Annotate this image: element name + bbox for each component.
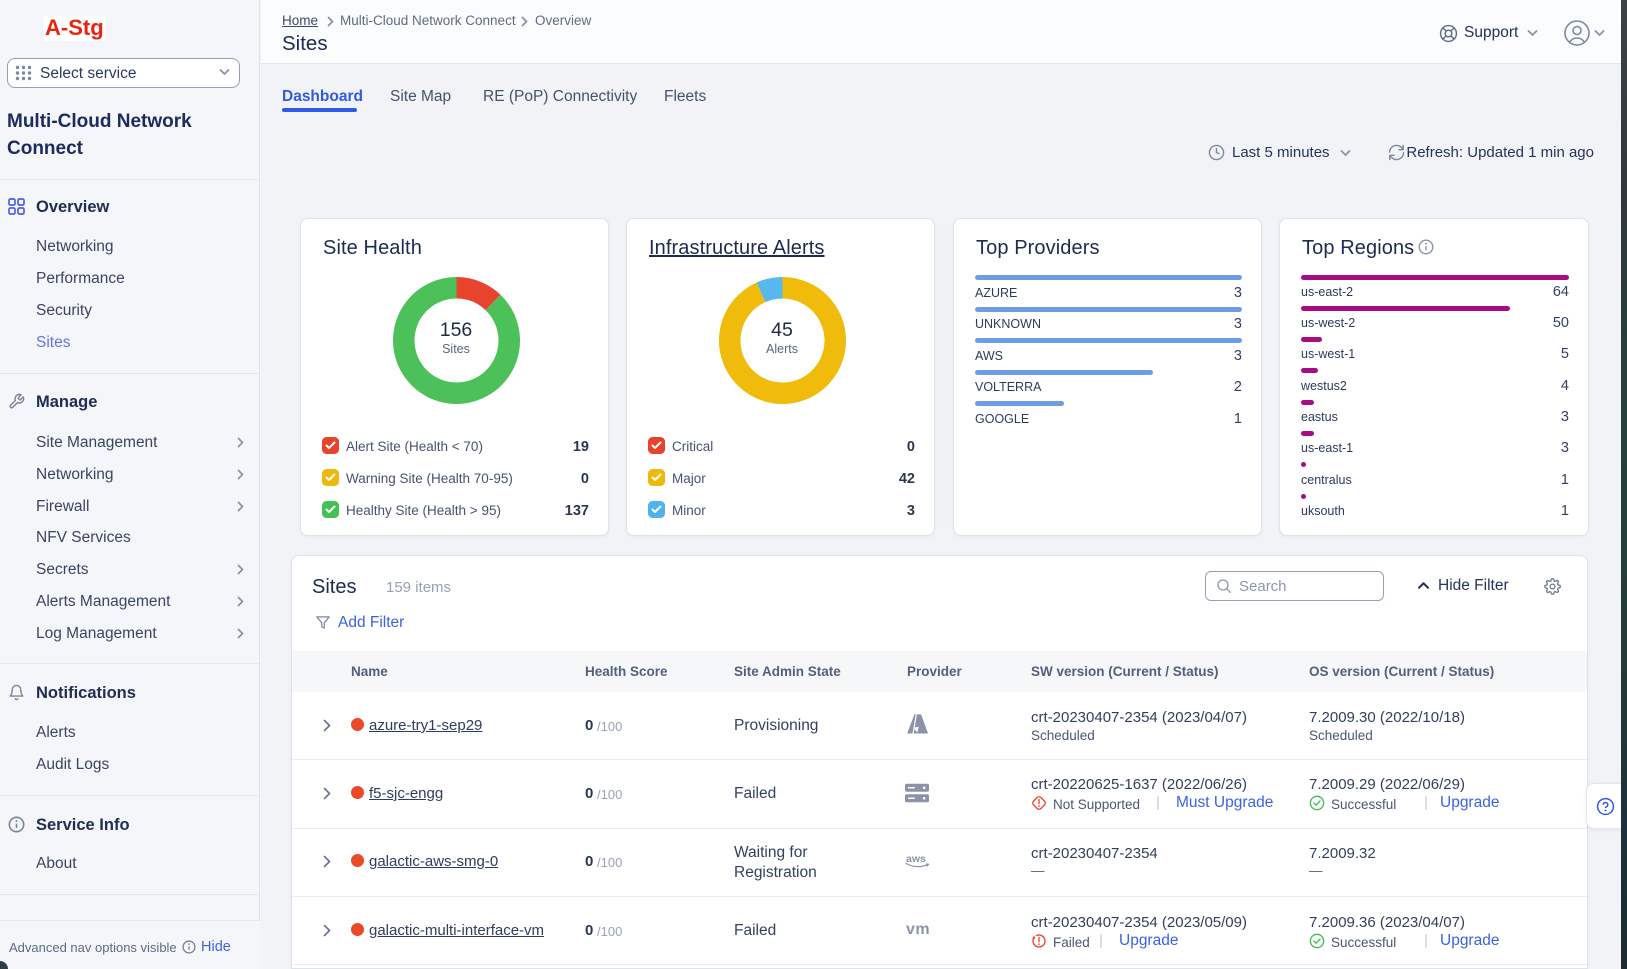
svg-text:aws: aws	[906, 853, 926, 865]
